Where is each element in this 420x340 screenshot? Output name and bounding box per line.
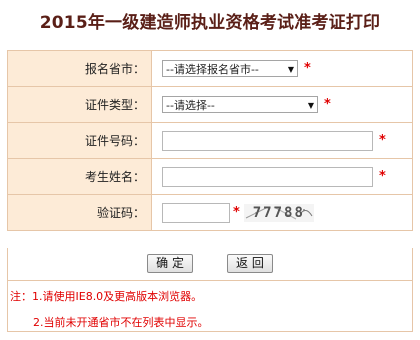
button-area: 确 定返 回 <box>7 248 413 280</box>
back-button[interactable]: 返 回 <box>227 254 273 273</box>
province-select-value: --请选择报名省市-- <box>166 63 259 76</box>
candidate-name-input[interactable] <box>162 166 373 187</box>
id-type-label: 证件类型： <box>7 86 152 123</box>
form-row-captcha: 验证码： * 77788 <box>7 194 413 231</box>
form-row-id-number: 证件号码： * <box>7 122 413 159</box>
required-mark: * <box>304 61 311 76</box>
id-type-select[interactable]: --请选择-- ▼ <box>162 96 318 113</box>
chevron-down-icon: ▼ <box>307 101 314 110</box>
candidate-name-label: 考生姓名： <box>7 158 152 195</box>
notes-box: 注：1.请使用IE8.0及更高版本浏览器。 2.当前未开通省市不在列表中显示。 <box>7 280 413 332</box>
page-title: 2015年一级建造师执业资格考试准考证打印 <box>39 13 381 33</box>
query-form: 报名省市： --请选择报名省市-- ▼ * 证件类型： --请选择-- ▼ * … <box>7 50 413 231</box>
province-label: 报名省市： <box>7 50 152 87</box>
province-select[interactable]: --请选择报名省市-- ▼ <box>162 60 298 77</box>
captcha-image[interactable]: 77788 <box>243 203 314 222</box>
chevron-down-icon: ▼ <box>287 65 294 74</box>
id-number-input[interactable] <box>162 130 373 151</box>
required-mark: * <box>379 169 386 184</box>
required-mark: * <box>233 205 240 220</box>
form-row-id-type: 证件类型： --请选择-- ▼ * <box>7 86 413 123</box>
confirm-button[interactable]: 确 定 <box>147 254 193 273</box>
print-admission-ticket-page: 2015年一级建造师执业资格考试准考证打印 报名省市： --请选择报名省市-- … <box>0 0 420 340</box>
captcha-text: 77788 <box>252 204 305 221</box>
id-number-label: 证件号码： <box>7 122 152 159</box>
required-mark: * <box>324 97 331 112</box>
form-row-name: 考生姓名： * <box>7 158 413 195</box>
captcha-label: 验证码： <box>7 194 152 231</box>
captcha-input[interactable] <box>162 202 230 223</box>
form-row-province: 报名省市： --请选择报名省市-- ▼ * <box>7 50 413 87</box>
id-type-select-value: --请选择-- <box>166 99 215 112</box>
note-line-1: 注：1.请使用IE8.0及更高版本浏览器。 <box>10 290 203 303</box>
required-mark: * <box>379 133 386 148</box>
note-line-2: 2.当前未开通省市不在列表中显示。 <box>33 316 209 329</box>
